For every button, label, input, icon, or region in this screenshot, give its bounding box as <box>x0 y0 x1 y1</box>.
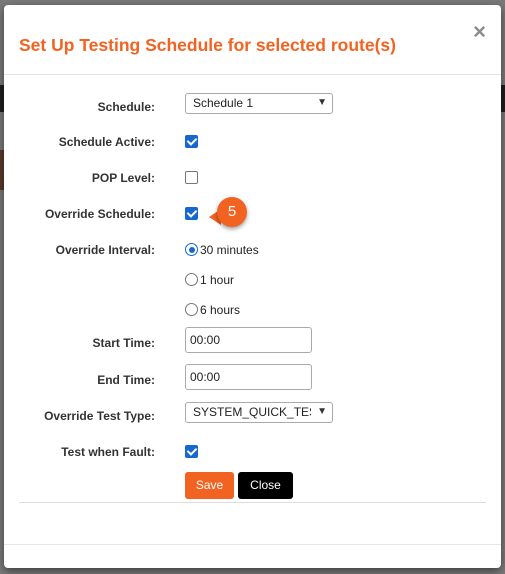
test-when-fault-row: Test when Fault: <box>4 445 501 459</box>
schedule-row: Schedule: Schedule 1 ▼ <box>4 93 501 114</box>
modal-header: Set Up Testing Schedule for selected rou… <box>4 5 501 75</box>
schedule-active-label: Schedule Active: <box>58 135 155 149</box>
test-when-fault-checkbox[interactable] <box>185 445 198 458</box>
close-button[interactable]: Close <box>238 472 293 499</box>
override-test-type-label: Override Test Type: <box>44 409 155 423</box>
chevron-down-icon: ▼ <box>317 406 327 417</box>
override-test-type-value: SYSTEM_QUICK_TEST <box>193 405 311 419</box>
schedule-modal: Set Up Testing Schedule for selected rou… <box>4 5 501 568</box>
chevron-down-icon: ▼ <box>317 97 327 108</box>
radio-6-hours[interactable] <box>185 303 198 317</box>
schedule-select[interactable]: Schedule 1 ▼ <box>185 93 333 114</box>
schedule-active-row: Schedule Active: <box>4 135 501 149</box>
interval-option-6-hours[interactable]: 6 hours <box>185 301 240 319</box>
interval-option-1-hour[interactable]: 1 hour <box>185 271 234 289</box>
end-time-input[interactable]: 00:00 <box>185 364 312 390</box>
radio-1-hour[interactable] <box>185 273 198 287</box>
start-time-input[interactable]: 00:00 <box>185 327 312 353</box>
step-callout-badge: 5 <box>217 197 247 227</box>
override-schedule-label: Override Schedule: <box>44 207 155 221</box>
start-time-label: Start Time: <box>92 336 155 350</box>
pop-level-checkbox[interactable] <box>185 171 198 184</box>
schedule-label: Schedule: <box>97 100 155 114</box>
close-icon[interactable]: × <box>473 21 486 43</box>
interval-option-30-minutes[interactable]: 30 minutes <box>185 241 259 259</box>
schedule-select-value: Schedule 1 <box>193 96 254 110</box>
form-divider <box>19 502 486 503</box>
radio-label-30-minutes: 30 minutes <box>200 242 259 257</box>
test-when-fault-label: Test when Fault: <box>61 445 155 459</box>
radio-30-minutes[interactable] <box>185 243 198 257</box>
override-test-type-row: Override Test Type: SYSTEM_QUICK_TEST ▼ <box>4 402 501 423</box>
override-schedule-checkbox[interactable] <box>185 207 198 220</box>
end-time-label: End Time: <box>97 373 155 387</box>
modal-title: Set Up Testing Schedule for selected rou… <box>19 35 396 55</box>
override-schedule-row: Override Schedule: <box>4 207 501 221</box>
radio-label-6-hours: 6 hours <box>200 302 241 317</box>
override-interval-label: Override Interval: <box>55 243 155 257</box>
schedule-active-checkbox[interactable] <box>185 135 198 148</box>
footer-divider <box>4 544 501 545</box>
override-test-type-select[interactable]: SYSTEM_QUICK_TEST ▼ <box>185 402 333 423</box>
pop-level-label: POP Level: <box>91 171 155 185</box>
radio-label-1-hour: 1 hour <box>200 272 235 287</box>
save-button[interactable]: Save <box>185 472 234 499</box>
